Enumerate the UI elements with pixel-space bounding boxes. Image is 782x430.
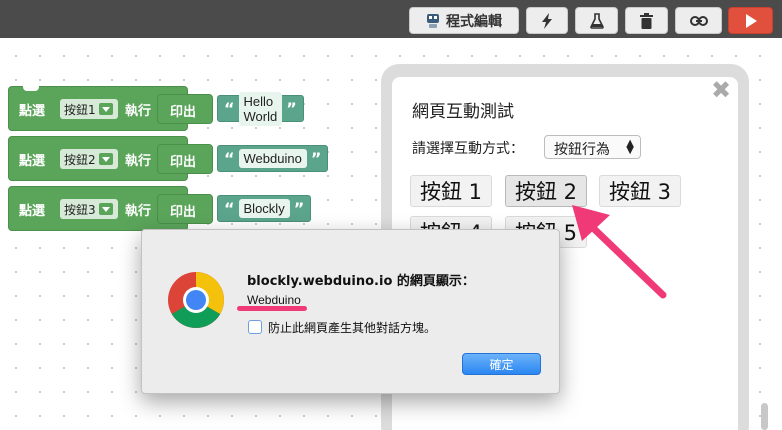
quote-close: ” [310,149,322,168]
button-dropdown[interactable]: 按鈕3 [60,199,118,219]
code-edit-label: 程式編輯 [446,13,502,30]
quote-close: ” [286,99,297,118]
block-action: 執行 [125,104,152,119]
print-block[interactable]: 印出 [157,194,213,224]
flask-icon [589,12,604,29]
preview-title: 網頁互動測試 [412,102,514,122]
block-keyword: 點選 [19,154,46,169]
up-down-arrows-icon: ▲ ▼ [626,138,634,156]
block-action: 執行 [125,154,152,169]
print-block[interactable]: 印出 [157,144,213,174]
block-keyword: 點選 [19,104,46,119]
event-block-1[interactable]: 點選 按鈕1 執行 印出 “Hello World” [8,86,304,131]
flask-button[interactable] [575,7,618,34]
annotation-arrow-icon [572,205,667,299]
button-dropdown-label: 按鈕2 [64,152,96,167]
suppress-dialogs-checkbox[interactable] [248,320,262,334]
interaction-select[interactable]: 按鈕行為 ▲ ▼ [544,135,641,159]
highlight-underline [237,306,307,311]
toolbar: 程式編輯 [0,0,782,38]
string-value[interactable]: Blockly [238,199,290,218]
run-button[interactable] [728,7,773,34]
suppress-dialogs-label: 防止此網頁產生其他對話方塊。 [268,321,437,335]
print-block[interactable]: 印出 [157,94,213,124]
string-block[interactable]: “Hello World” [217,91,304,126]
string-block[interactable]: “Blockly” [217,195,312,222]
quote-open: “ [224,149,235,168]
link-button[interactable] [675,7,722,34]
close-icon[interactable]: ✖ [711,76,731,105]
button-dropdown[interactable]: 按鈕2 [60,149,118,169]
interaction-select-label: 請選擇互動方式： [412,141,524,157]
chevron-down-icon [98,203,113,215]
string-block[interactable]: “Webduino” [217,145,329,172]
quote-close: ” [293,199,305,218]
trash-button[interactable] [625,7,668,34]
quote-open: “ [224,199,235,218]
dialog-message: Webduino [247,293,301,307]
event-block-3[interactable]: 點選 按鈕3 執行 印出 “Blockly” [8,186,312,231]
button-dropdown[interactable]: 按鈕1 [60,99,118,119]
block-keyword: 點選 [19,204,46,219]
workspace-scrollbar[interactable] [761,403,768,430]
button-dropdown-label: 按鈕3 [64,202,96,217]
preview-button-1[interactable]: 按鈕 1 [410,175,492,207]
code-edit-button[interactable]: 程式編輯 [409,7,519,34]
chevron-down-icon [98,103,113,115]
string-value[interactable]: Webduino [238,149,307,168]
string-value[interactable]: Hello World [238,91,283,126]
block-notch [23,86,39,91]
flash-button[interactable] [526,7,568,34]
chrome-logo-icon [167,271,225,334]
chevron-down-icon [98,153,113,165]
flash-icon [540,12,554,29]
code-robot-icon [426,13,440,29]
ok-button[interactable]: 確定 [462,353,541,375]
quote-open: “ [224,99,235,118]
link-icon [689,15,708,26]
block-action: 執行 [125,204,152,219]
button-dropdown-label: 按鈕1 [64,102,96,117]
event-block-2[interactable]: 點選 按鈕2 執行 印出 “Webduino” [8,136,329,181]
play-icon [745,13,757,28]
interaction-select-value: 按鈕行為 [554,142,610,158]
trash-icon [640,12,653,29]
dialog-title: blockly.webduino.io 的網頁顯示： [247,274,475,289]
